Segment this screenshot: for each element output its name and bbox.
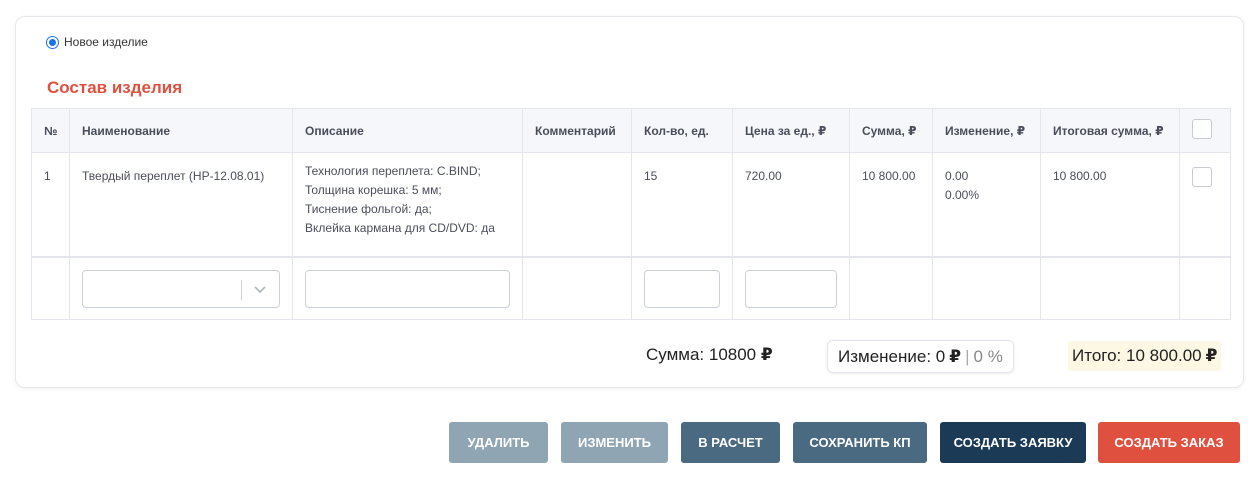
summary-change-label: Изменение: 0 — [838, 346, 946, 366]
cell-select — [1179, 152, 1231, 257]
quantity-input[interactable] — [644, 269, 720, 308]
chevron-down-icon[interactable] — [252, 281, 268, 297]
select-separator — [241, 279, 242, 300]
col-header-name: Наименование — [69, 108, 293, 153]
currency-icon: ₽ — [949, 346, 962, 366]
new-product-radio[interactable] — [46, 35, 59, 49]
col-header-num: № — [31, 108, 70, 153]
desc-line: Тиснение фольгой: да; — [305, 202, 432, 216]
row-select-checkbox[interactable] — [1192, 167, 1212, 187]
input-cell-price — [732, 255, 850, 320]
desc-line: Толщина корешка: 5 мм; — [305, 183, 442, 197]
summary-final: Итого: 10 800.00 ₽ — [1068, 341, 1222, 371]
cell-desc: Технология переплета: C.BIND; Толщина ко… — [292, 152, 523, 257]
col-header-select — [1179, 108, 1231, 153]
price-input[interactable] — [745, 269, 837, 308]
product-card: Новое изделие Состав изделия № Наименова… — [15, 16, 1244, 388]
delete-button[interactable]: Удалить — [449, 422, 548, 463]
col-header-sum: Сумма, ₽ — [849, 108, 933, 153]
summary-sum: Сумма: 10800 ₽ — [646, 345, 773, 365]
new-product-radio-label: Новое изделие — [64, 35, 148, 49]
input-cell-desc — [292, 255, 523, 320]
input-cell-select — [1179, 255, 1231, 320]
select-all-checkbox[interactable] — [1192, 119, 1212, 139]
input-cell-comment — [522, 255, 632, 320]
input-cell-sum — [849, 255, 933, 320]
col-header-price: Цена за ед., ₽ — [732, 108, 850, 153]
change-abs: 0.00 — [945, 169, 969, 183]
table-row: 1 Твердый переплет (HP-12.08.01) Техноло… — [31, 152, 1231, 257]
input-cell-num — [31, 255, 70, 320]
currency-icon: ₽ — [760, 345, 773, 364]
edit-button[interactable]: Изменить — [561, 422, 668, 463]
cell-name: Твердый переплет (HP-12.08.01) — [69, 152, 293, 257]
input-cell-name — [69, 255, 293, 320]
change-pct: 0.00% — [945, 188, 980, 202]
save-quote-button[interactable]: Сохранить КП — [793, 422, 927, 463]
summary-sum-label: Сумма: 10800 — [646, 345, 757, 364]
currency-icon: ₽ — [1205, 346, 1218, 365]
new-row-inputs — [31, 255, 1231, 320]
product-select[interactable] — [82, 269, 280, 308]
create-request-button[interactable]: Создать заявку — [940, 422, 1086, 463]
composition-table: № Наименование Описание Комментарий Кол-… — [31, 108, 1231, 320]
cell-num: 1 — [31, 152, 70, 257]
cell-qty: 15 — [631, 152, 733, 257]
section-title: Состав изделия — [47, 78, 183, 97]
desc-line: Вклейка кармана для CD/DVD: да — [305, 221, 495, 235]
cell-change: 0.00 0.00% — [932, 152, 1041, 257]
summary-change: Изменение: 0 ₽ | 0 % — [827, 340, 1014, 373]
col-header-total: Итоговая сумма, ₽ — [1040, 108, 1180, 153]
col-header-change: Изменение, ₽ — [932, 108, 1041, 153]
summary-divider: | — [965, 346, 970, 366]
table-header-row: № Наименование Описание Комментарий Кол-… — [31, 108, 1231, 153]
cell-sum: 10 800.00 — [849, 152, 933, 257]
summary-change-pct: 0 % — [973, 346, 1003, 366]
create-order-button[interactable]: Создать заказ — [1098, 422, 1240, 463]
cell-comment — [522, 152, 632, 257]
col-header-desc: Описание — [292, 108, 523, 153]
description-input[interactable] — [305, 269, 510, 308]
cell-price: 720.00 — [732, 152, 850, 257]
cell-total: 10 800.00 — [1040, 152, 1180, 257]
to-calculation-button[interactable]: В расчет — [681, 422, 780, 463]
desc-line: Технология переплета: C.BIND; — [305, 164, 481, 178]
col-header-comment: Комментарий — [522, 108, 632, 153]
input-cell-change — [932, 255, 1041, 320]
summary-final-label: Итого: 10 800.00 — [1072, 346, 1202, 365]
input-cell-total — [1040, 255, 1180, 320]
new-product-radio-row[interactable]: Новое изделие — [46, 35, 148, 49]
input-cell-qty — [631, 255, 733, 320]
col-header-qty: Кол-во, ед. — [631, 108, 733, 153]
